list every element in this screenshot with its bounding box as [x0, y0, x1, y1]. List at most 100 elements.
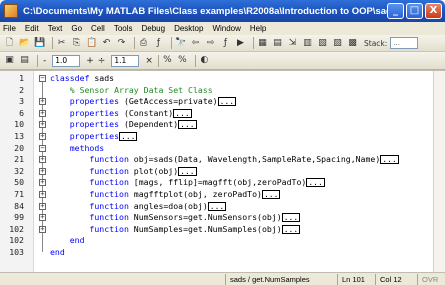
code-line[interactable]: 21 + function obj=sads(Data, Wavelength,S… [0, 154, 433, 166]
menu-edit[interactable]: Edit [25, 24, 39, 33]
code-line[interactable]: 102 + function NumSamples=get.NumSamples(… [0, 224, 433, 236]
show-cell-titles-icon[interactable]: ◐ [199, 55, 210, 66]
code-line[interactable]: 99 + function NumSensors=get.NumSensors(o… [0, 212, 433, 224]
code-editor[interactable]: 1− classdef sads 2 % Sensor Array Data Set… [0, 70, 445, 273]
keyword-token: properties [50, 131, 120, 141]
folded-code-ellipsis[interactable]: ... [207, 201, 227, 211]
expand-fold-icon[interactable]: + [39, 121, 46, 129]
maximize-button[interactable]: □ [406, 3, 423, 19]
close-button[interactable]: X [425, 3, 442, 19]
comment-icon[interactable]: % [162, 55, 173, 66]
toolbar-separator [171, 37, 172, 49]
menu-window[interactable]: Window [212, 24, 240, 33]
menu-file[interactable]: File [3, 24, 16, 33]
find-icon[interactable]: 🔭 [175, 38, 186, 49]
expand-fold-icon[interactable]: + [39, 191, 46, 198]
menu-debug[interactable]: Debug [142, 24, 166, 33]
code-line[interactable]: 102 end [0, 235, 433, 247]
clear-breakpoints-icon[interactable]: ▤ [272, 38, 283, 49]
cell-factor-input[interactable]: 1.1 [111, 54, 140, 67]
continue-icon[interactable]: ▨ [332, 38, 343, 49]
code-text: end [50, 247, 65, 259]
expand-fold-icon[interactable]: + [39, 225, 46, 233]
code-line[interactable]: 20 − methods [0, 143, 433, 155]
copy-icon[interactable]: ⎘ [71, 38, 82, 49]
stack-dropdown[interactable]: ... [390, 37, 419, 49]
breakpoint-icon[interactable]: ▦ [257, 38, 268, 49]
function-browser-icon[interactable]: ƒ [153, 38, 164, 49]
expand-fold-icon[interactable]: + [39, 214, 46, 222]
divide-button[interactable]: ÷ [98, 56, 106, 66]
exit-debug-icon[interactable]: ▩ [347, 38, 358, 49]
folded-code-ellipsis[interactable]: ... [380, 155, 399, 165]
cell-mode-icon[interactable]: ▣ [4, 55, 15, 66]
code-line[interactable]: 10 + properties (Dependent)... [0, 119, 433, 131]
collapse-fold-icon[interactable]: − [39, 75, 46, 82]
code-line[interactable]: 32 + function plot(obj)... [0, 166, 433, 178]
expand-fold-icon[interactable]: + [39, 156, 46, 164]
menu-text[interactable]: Text [48, 24, 63, 33]
folded-code-ellipsis[interactable]: ... [178, 120, 197, 130]
menu-tools[interactable]: Tools [114, 24, 133, 33]
folded-code-ellipsis[interactable]: ... [281, 224, 301, 234]
code-token: [mags, fflip]=magfft(obj,zeroPadTo) [128, 177, 307, 188]
cell-eval-icon[interactable]: ▤ [19, 55, 30, 66]
code-line[interactable]: 13 + properties... [0, 131, 433, 143]
expand-fold-icon[interactable]: + [39, 98, 46, 106]
matlab-icon [4, 4, 18, 18]
increment-button[interactable]: + [86, 56, 94, 66]
expand-fold-icon[interactable]: + [39, 179, 46, 187]
collapse-fold-icon[interactable]: − [39, 144, 46, 152]
new-file-icon[interactable]: 🗋 [4, 38, 15, 49]
code-line[interactable]: 2 % Sensor Array Data Set Class [0, 85, 433, 97]
minimize-button[interactable]: _ [387, 3, 404, 19]
line-number: 1 [19, 73, 24, 83]
code-line[interactable]: 1 − classdef sads [0, 73, 433, 85]
code-line[interactable]: 103 end [0, 247, 433, 259]
run-icon[interactable]: ▶ [235, 38, 246, 49]
cut-icon[interactable]: ✂ [56, 38, 67, 49]
open-folder-icon[interactable]: 📂 [19, 38, 30, 49]
menu-desktop[interactable]: Desktop [174, 24, 203, 33]
line-number: 84 [14, 200, 24, 211]
step-out-icon[interactable]: ▧ [317, 38, 328, 49]
uncomment-icon[interactable]: % [177, 55, 188, 66]
code-line[interactable]: 3 + properties (GetAccess=private)... [0, 96, 433, 108]
folded-code-ellipsis[interactable]: ... [306, 178, 325, 188]
paste-icon[interactable]: 📋 [86, 38, 97, 49]
step-icon[interactable]: ⇲ [287, 38, 298, 49]
forward-arrow-icon[interactable]: ⇨ [205, 38, 216, 49]
goto-icon[interactable]: ƒ [220, 38, 231, 49]
expand-fold-icon[interactable]: + [39, 109, 46, 117]
menu-cell[interactable]: Cell [91, 24, 105, 33]
vertical-scrollbar[interactable] [433, 71, 445, 273]
expand-fold-icon[interactable]: + [39, 202, 46, 210]
code-line[interactable]: 6 + properties (Constant)... [0, 108, 433, 120]
multiply-button[interactable]: × [145, 56, 153, 66]
code-line[interactable]: 84 + function angles=doa(obj)... [0, 201, 433, 213]
folded-code-ellipsis[interactable]: ... [261, 190, 281, 199]
expand-fold-icon[interactable]: + [39, 167, 46, 175]
stack-label: Stack: [364, 38, 388, 48]
back-arrow-icon[interactable]: ⇦ [190, 38, 201, 49]
menu-go[interactable]: Go [71, 24, 82, 33]
folded-code-ellipsis[interactable]: ... [178, 166, 197, 176]
expand-fold-icon[interactable]: + [39, 133, 46, 140]
folded-code-ellipsis[interactable]: ... [281, 213, 301, 223]
redo-icon[interactable]: ↷ [116, 38, 127, 49]
save-icon[interactable]: 💾 [34, 38, 45, 49]
cell-value-input[interactable]: 1.0 [52, 54, 81, 67]
code-text: properties... [50, 131, 138, 143]
step-in-icon[interactable]: ▥ [302, 38, 313, 49]
decrement-button[interactable]: - [43, 56, 46, 66]
folded-code-ellipsis[interactable]: ... [173, 108, 192, 118]
folded-code-ellipsis[interactable]: ... [217, 97, 237, 107]
code-line[interactable]: 71 + function magfftplot(obj, zeroPadTo).… [0, 189, 433, 201]
code-line[interactable]: 50 + function [mags, fflip]=magfft(obj,ze… [0, 177, 433, 189]
undo-icon[interactable]: ↶ [101, 38, 112, 49]
code-text: properties (Dependent)... [50, 119, 197, 131]
folded-code-ellipsis[interactable]: ... [119, 132, 138, 141]
menu-help[interactable]: Help [250, 24, 266, 33]
toolbar-separator [52, 37, 53, 49]
print-icon[interactable]: ⎙ [138, 38, 149, 49]
